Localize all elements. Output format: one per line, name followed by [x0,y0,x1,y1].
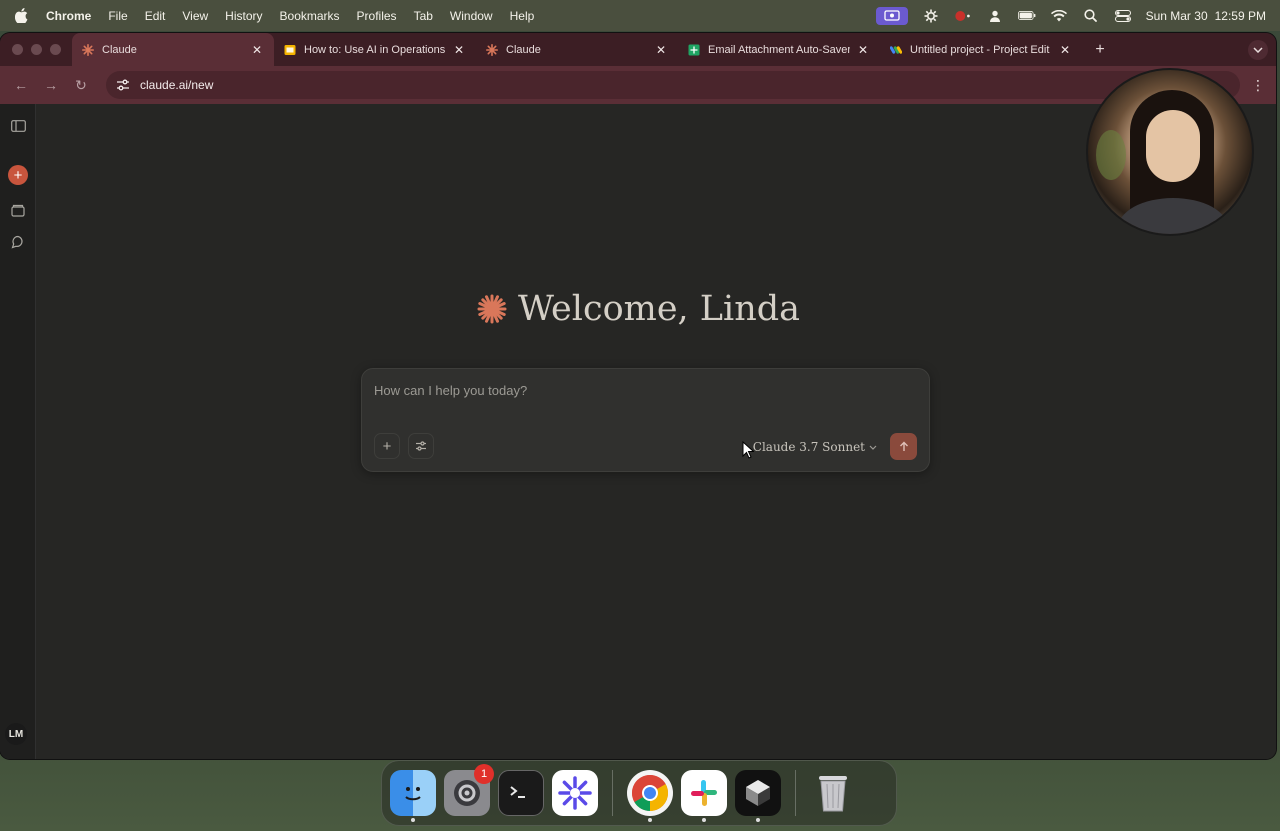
tab-title: Claude [506,43,541,56]
menu-profiles[interactable]: Profiles [357,9,397,23]
new-tab-button[interactable]: + [1090,41,1110,59]
reload-icon[interactable]: ↻ [68,72,94,98]
menu-edit[interactable]: Edit [145,9,166,23]
settings-icon[interactable]: 1 [444,764,494,816]
control-center-icon[interactable] [1114,9,1132,23]
send-button[interactable] [890,433,917,460]
close-icon[interactable]: ✕ [856,43,870,57]
menu-help[interactable]: Help [510,9,535,23]
chat-composer[interactable]: How can I help you today? + Claude 3.7 S… [361,368,930,472]
page-content: + LM Welcome, Linda How can I help you t… [0,104,1276,759]
menu-bookmarks[interactable]: Bookmarks [280,9,340,23]
new-chat-button[interactable]: + [6,163,30,187]
chats-icon[interactable] [6,230,30,254]
tab-slides[interactable]: How to: Use AI in Operations ✕ [274,33,476,66]
running-indicator [756,818,760,822]
projects-icon[interactable] [6,198,30,222]
close-icon[interactable]: ✕ [250,43,264,57]
close-icon[interactable]: ✕ [654,43,668,57]
tab-title: Email Attachment Auto-Saver [708,43,850,56]
macos-menubar: Chrome File Edit View History Bookmarks … [0,0,1280,31]
menu-history[interactable]: History [225,9,262,23]
menu-file[interactable]: File [108,9,127,23]
welcome-heading: Welcome, Linda [0,289,1276,329]
menu-app-name[interactable]: Chrome [46,9,91,23]
spark-app-icon[interactable] [552,770,598,816]
menubar-date: Sun Mar 30 [1145,8,1208,23]
notification-badge: 1 [474,764,494,784]
battery-icon[interactable] [1017,9,1036,23]
webcam-overlay [1086,68,1254,236]
forward-arrow-icon[interactable]: → [38,72,64,98]
greeting-text: Welcome, Linda [517,289,801,329]
dock-separator [612,770,613,816]
claude-spark-icon [82,43,94,56]
tab-title: How to: Use AI in Operations [304,43,446,56]
wifi-icon[interactable] [1050,9,1068,23]
finder-icon[interactable] [390,770,436,822]
claude-spark-icon [476,293,508,325]
chrome-icon[interactable] [627,770,673,822]
running-indicator [411,818,415,822]
window-controls [0,44,72,55]
tab-strip: Claude ✕ How to: Use AI in Operations ✕ … [0,33,1276,66]
address-bar[interactable]: claude.ai/new [106,71,1240,99]
close-icon[interactable]: ✕ [1058,43,1072,57]
running-indicator [648,818,652,822]
close-window-button[interactable] [12,44,23,55]
model-name: Claude 3.7 Sonnet [752,440,865,454]
zoom-window-button[interactable] [50,44,61,55]
tab-apps-script[interactable]: Untitled project - Project Edit ✕ [880,33,1082,66]
tab-sheets[interactable]: Email Attachment Auto-Saver ✕ [678,33,880,66]
tab-title: Claude [102,43,137,56]
sheets-icon [688,44,700,56]
claude-sidebar: + LM [0,104,36,759]
browser-toolbar: ← → ↻ claude.ai/new ⋮ [0,66,1276,104]
claude-spark-icon [486,43,498,56]
menu-window[interactable]: Window [450,9,493,23]
menubar-time: 12:59 PM [1214,8,1266,23]
background-plant [1096,130,1126,180]
presenter-face [1146,110,1200,182]
gear-status-icon[interactable] [922,9,940,23]
add-attachment-button[interactable]: + [374,433,400,459]
user-avatar[interactable]: LM [5,723,27,745]
red-app-status-icon[interactable] [954,9,972,23]
screen-record-icon[interactable] [875,6,908,25]
menu-tab[interactable]: Tab [414,9,433,23]
browser-window: Claude ✕ How to: Use AI in Operations ✕ … [0,33,1276,759]
running-indicator [702,818,706,822]
tab-title: Untitled project - Project Edit [910,43,1050,56]
apps-script-icon [890,44,902,56]
url-text: claude.ai/new [140,78,214,92]
browser-menu-icon[interactable]: ⋮ [1248,77,1268,94]
model-selector[interactable]: Claude 3.7 Sonnet [753,440,877,454]
tab-claude-2[interactable]: Claude ✕ [476,33,678,66]
sidebar-toggle-icon[interactable] [6,114,30,138]
plus-icon: + [8,165,28,185]
search-icon[interactable] [1082,9,1100,23]
dock-separator [795,770,796,816]
tab-claude-active[interactable]: Claude ✕ [72,33,274,66]
site-settings-icon[interactable] [116,79,132,91]
status-area: Sun Mar 30 12:59 PM [875,6,1266,25]
cursor-app-icon[interactable] [735,770,781,822]
slides-icon [284,44,296,56]
menu-view[interactable]: View [182,9,208,23]
mouse-cursor-icon [742,441,754,459]
menubar-clock[interactable]: Sun Mar 30 12:59 PM [1146,9,1266,23]
trash-icon[interactable] [810,770,856,816]
user-status-icon[interactable] [986,9,1004,23]
slack-icon[interactable] [681,770,727,822]
chevron-down-icon [869,445,877,450]
macos-dock: 1 [381,760,897,826]
back-arrow-icon[interactable]: ← [8,72,34,98]
terminal-icon[interactable] [498,770,544,816]
tools-sliders-icon[interactable] [408,433,434,459]
apple-icon[interactable] [14,8,28,23]
prompt-input[interactable]: How can I help you today? [374,383,527,398]
tab-search-chevron-icon[interactable] [1248,40,1268,60]
close-icon[interactable]: ✕ [452,43,466,57]
minimize-window-button[interactable] [31,44,42,55]
